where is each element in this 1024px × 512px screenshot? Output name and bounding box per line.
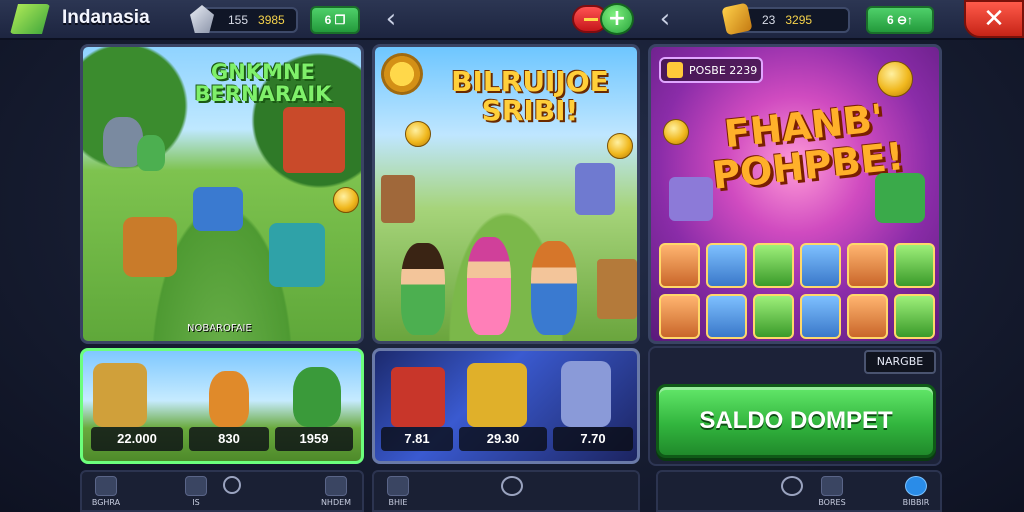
nav-item-profile[interactable]: BIBBIR [896,476,936,507]
cart-sprite [123,217,177,277]
boxes-icon [821,476,843,496]
robot-character [391,367,445,427]
house-icon [387,476,409,496]
nav-item-shop[interactable]: NHDEM [316,476,356,507]
gem-count-secondary: 3985 [258,13,285,27]
girl-character-middle [467,237,511,335]
character-portrait[interactable] [894,243,935,288]
robot-sprite [193,187,243,231]
character-portrait[interactable] [847,243,888,288]
crate-sprite [381,175,415,223]
nav-item-center[interactable] [492,476,532,498]
treasure-character [467,363,527,427]
chest-icon [667,62,683,78]
app-title: Indanasia [62,7,150,28]
gem-count: 155 [228,13,249,27]
back-arrow-icon[interactable]: ‹ [378,6,404,34]
character-portrait[interactable] [800,294,841,339]
close-button[interactable]: ✕ [964,0,1024,38]
bottom-nav-left: BGHRA IS NHDEM [80,470,364,512]
machine-sprite [269,223,325,287]
banner-title: GNKMNE BERNARAIK [194,60,332,107]
game-banner-3[interactable]: POSBE 2239 FHANB' POHPBE! [648,44,942,344]
elf-character [137,135,165,171]
coin-count: 23 [762,13,776,27]
nav-label: BORES [818,498,846,507]
game-banner-2[interactable]: BILRUIJOE SRIBI! [372,44,640,344]
price-label: 22.000 [91,427,183,451]
shop-card-2[interactable]: 7.81 29.30 7.70 [372,348,640,464]
shop-card-1[interactable]: 22.000 830 1959 [80,348,364,464]
shop-icon [325,476,347,496]
nav-label: BHIE [388,498,408,507]
nav-label: BGHRA [91,498,121,507]
character-portrait[interactable] [800,243,841,288]
creature-character [561,361,611,427]
price-label: 7.81 [381,427,453,451]
coin-icon [607,133,633,159]
back-arrow-icon-2[interactable]: ‹ [652,6,678,34]
character-portrait[interactable] [706,294,747,339]
character-portrait[interactable] [706,243,747,288]
nav-item-boxes[interactable]: BORES [812,476,852,507]
nav-item-list[interactable]: IS [176,476,216,507]
character-portrait[interactable] [753,294,794,339]
circle-icon [501,476,523,496]
home-icon [95,476,117,496]
barn-sprite [283,107,345,173]
price-label: 1959 [275,427,353,451]
character-portrait[interactable] [659,243,700,288]
wallet-info-label[interactable]: NARGBE [864,350,936,374]
banner-title: BILRUIJOE SRIBI! [451,65,609,128]
nav-item-search[interactable] [212,476,252,496]
game-banner-1[interactable]: GNKMNE BERNARAIK NOBAROFAIE [80,44,364,344]
wallet-balance-button[interactable]: SALDO DOMPET [656,384,936,458]
buy-gems-button[interactable]: 6 ❐ [310,6,360,34]
wizard-character [209,371,249,427]
price-label: 830 [189,427,269,451]
girl-character-right [531,241,577,335]
gear-badge-icon [381,53,423,95]
character-portrait[interactable] [847,294,888,339]
search-icon [223,476,241,494]
bottom-nav-right: BORES BIBBIR [656,470,942,512]
machine-sprite [575,163,615,215]
top-bar: Indanasia 155 3985 6 ❐ ‹ + ‹ 23 3295 6 ⊖… [0,0,1024,40]
event-badge-label: POSBE 2239 [689,63,758,77]
add-button[interactable]: + [600,3,634,35]
mage-character [93,363,147,427]
character-portrait[interactable] [753,243,794,288]
goblin-character [293,367,341,427]
coin-icon [333,187,359,213]
character-grid [659,243,935,339]
play-icon [781,476,803,496]
logo-icon [10,4,50,34]
coin-count-secondary: 3295 [785,13,813,27]
coin-icon [663,119,689,145]
gift-box-sprite [669,177,713,221]
nav-item-play[interactable] [772,476,812,498]
nav-label: NHDEM [320,498,352,507]
profile-icon [905,476,927,496]
nav-item-home[interactable]: BGHRA [86,476,126,507]
nav-item-house[interactable]: BHIE [378,476,418,507]
price-label: 7.70 [553,427,633,451]
list-icon [185,476,207,496]
coin-bag-icon [721,2,753,36]
girl-character-left [401,243,445,335]
nav-label: BIBBIR [902,498,930,507]
character-portrait[interactable] [894,294,935,339]
event-badge: POSBE 2239 [659,57,763,83]
character-portrait[interactable] [659,294,700,339]
buy-coins-button[interactable]: 6 ⊖↑ [866,6,934,34]
crate-sprite [597,259,637,319]
coin-icon [877,61,913,97]
vehicle-sprite [875,173,925,223]
banner-caption: NOBAROFAIE [187,323,252,334]
coin-icon [405,121,431,147]
nav-label: IS [192,498,200,507]
price-label: 29.30 [459,427,547,451]
bottom-nav-middle: BHIE [372,470,640,512]
